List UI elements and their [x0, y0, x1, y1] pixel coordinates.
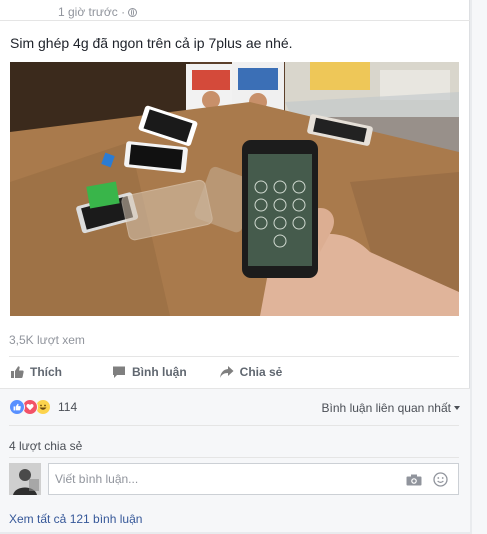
like-button[interactable]: Thích	[10, 365, 62, 379]
photo-scene	[10, 62, 459, 316]
comment-composer	[9, 463, 461, 497]
share-count[interactable]: 4 lượt chia sẻ	[9, 439, 82, 453]
comment-button[interactable]: Bình luận	[112, 365, 187, 379]
like-label: Thích	[30, 365, 62, 379]
reaction-count: 114	[58, 400, 78, 414]
timestamp[interactable]: 1 giờ trước ·	[58, 5, 125, 19]
comment-sort-label: Bình luận liên quan nhất	[321, 401, 451, 415]
share-arrow-icon	[219, 366, 234, 378]
speech-bubble-icon	[113, 366, 125, 378]
chevron-down-icon	[454, 406, 460, 410]
comment-input[interactable]	[55, 464, 385, 494]
view-all-comments-link[interactable]: Xem tất cả 121 bình luận	[9, 512, 142, 526]
post-text: Sim ghép 4g đã ngon trên cả ip 7plus ae …	[10, 35, 293, 51]
divider	[9, 457, 459, 458]
post-photo[interactable]	[10, 62, 459, 316]
divider	[0, 20, 470, 21]
action-bar: Thích Bình luận Chia sẻ	[9, 360, 282, 384]
comment-label: Bình luận	[132, 365, 187, 379]
right-gutter	[472, 0, 487, 534]
feedback-section: 114 Bình luận liên quan nhất 4 lượt chia…	[0, 388, 470, 532]
reaction-summary[interactable]: 114	[9, 399, 77, 415]
avatar[interactable]	[9, 463, 41, 495]
globe-icon[interactable]	[128, 7, 138, 17]
like-reaction-icon	[9, 399, 25, 415]
thumbs-up-icon	[11, 366, 24, 378]
divider	[9, 425, 459, 426]
camera-icon[interactable]	[406, 474, 422, 486]
share-label: Chia sẻ	[239, 365, 283, 379]
divider	[9, 356, 459, 357]
comment-box	[48, 463, 459, 495]
comment-sort-dropdown[interactable]: Bình luận liên quan nhất	[322, 401, 460, 415]
share-button[interactable]: Chia sẻ	[219, 365, 283, 379]
smiley-icon[interactable]	[433, 472, 448, 487]
post-card: 1 giờ trước · Sim ghép 4g đã ngon trên c…	[0, 0, 470, 532]
view-count: 3,5K lượt xem	[9, 333, 85, 347]
post-meta: 1 giờ trước ·	[58, 5, 138, 19]
